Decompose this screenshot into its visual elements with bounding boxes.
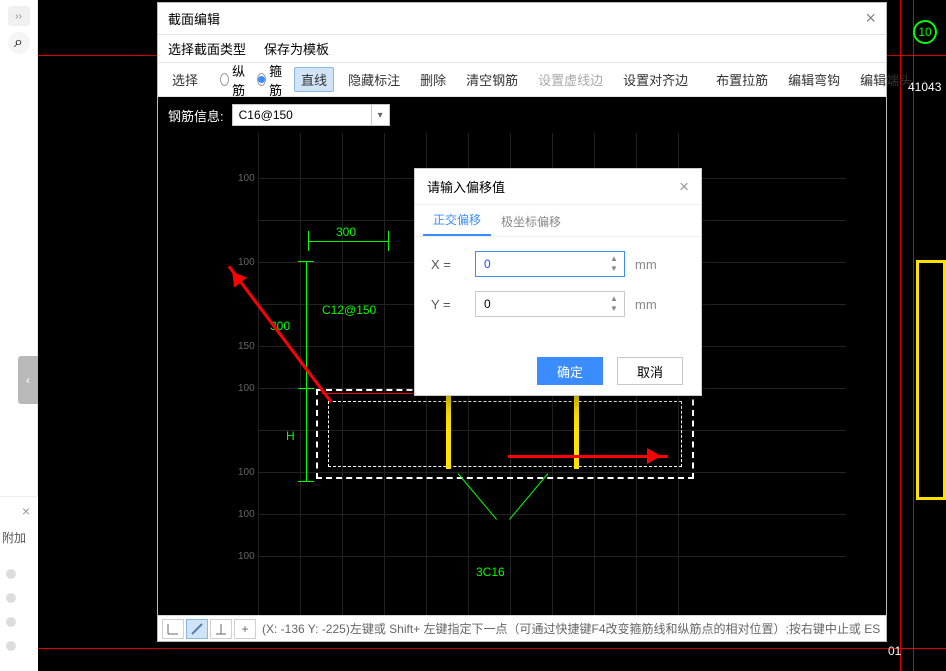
dialog-titlebar: 请输入偏移值 × (415, 169, 701, 205)
chevron-down-icon[interactable]: ▼ (607, 265, 621, 273)
radio-icon (257, 73, 266, 86)
tab-ortho[interactable]: 正交偏移 (423, 205, 491, 236)
x-unit: mm (635, 257, 661, 272)
tool-set-align[interactable]: 设置对齐边 (617, 68, 694, 91)
grid-tick: 100 (238, 383, 255, 394)
x-spinner: ▲ ▼ (475, 251, 625, 277)
offset-dialog: 请输入偏移值 × 正交偏移 极坐标偏移 X = ▲ ▼ mm Y = ▲ (414, 168, 702, 396)
tool-edit-bend[interactable]: 编辑弯钩 (782, 68, 846, 91)
grid-tick: 100 (238, 173, 255, 184)
status-coord-text: (X: -136 Y: -225)左键或 Shift+ 左键指定下一点（可通过快… (262, 620, 880, 637)
rebar-info-input[interactable] (232, 104, 372, 126)
y-unit: mm (635, 297, 661, 312)
status-tool-xy-icon[interactable] (162, 619, 184, 639)
status-tool-plus-icon[interactable]: + (234, 619, 256, 639)
tool-arrange-tie[interactable]: 布置拉筋 (710, 68, 774, 91)
status-tool-perp-icon[interactable] (210, 619, 232, 639)
dim-300-top: 300 (336, 225, 356, 239)
tool-hide-dim[interactable]: 隐藏标注 (342, 68, 406, 91)
ok-button[interactable]: 确定 (537, 357, 603, 385)
x-label: X = (431, 257, 465, 272)
tool-delete[interactable]: 删除 (414, 68, 452, 91)
rail-collapse-button[interactable]: ›› (8, 6, 30, 26)
menu-select-type[interactable]: 选择截面类型 (168, 39, 246, 58)
y-spinner: ▲ ▼ (475, 291, 625, 317)
chevron-down-icon[interactable]: ▼ (607, 305, 621, 313)
close-icon[interactable]: × (865, 8, 876, 29)
close-icon[interactable]: × (679, 177, 689, 197)
radio-longitudinal[interactable]: 纵筋 (220, 61, 249, 99)
row-x: X = ▲ ▼ mm (431, 251, 685, 277)
modal-toolbar: 选择 纵筋 箍筋 直线 隐藏标注 删除 清空钢筋 设置虚线边 设置对齐边 布置拉… (158, 63, 886, 97)
tool-edit-end[interactable]: 编辑端头 (854, 68, 918, 91)
grid-tick: 100 (238, 551, 255, 562)
y-stepper[interactable]: ▲ ▼ (607, 295, 621, 313)
left-rail: ›› ⌕ ‹ × 附加 (0, 0, 38, 671)
modal-title: 截面编辑 (168, 9, 220, 28)
x-stepper[interactable]: ▲ ▼ (607, 255, 621, 273)
grid-bubble: 10 (913, 20, 937, 44)
status-bar: + (X: -136 Y: -225)左键或 Shift+ 左键指定下一点（可通… (158, 615, 886, 641)
radio-label: 纵筋 (232, 61, 249, 99)
x-input[interactable] (475, 251, 625, 277)
panel-dot-icon (6, 641, 16, 651)
dim-h: H (286, 429, 295, 443)
radio-label: 箍筋 (269, 61, 286, 99)
menu-save-template[interactable]: 保存为模板 (264, 39, 329, 58)
y-label: Y = (431, 297, 465, 312)
plus-icon: + (241, 622, 248, 636)
chevron-up-icon[interactable]: ▲ (607, 295, 621, 303)
dropdown-icon[interactable]: ▾ (372, 104, 390, 126)
dialog-tabs: 正交偏移 极坐标偏移 (415, 205, 701, 237)
callout-3c16: 3C16 (476, 565, 505, 579)
status-tool-line-icon[interactable] (186, 619, 208, 639)
chevron-up-icon[interactable]: ▲ (607, 255, 621, 263)
bg-label-01: 01 (888, 644, 901, 658)
magnifier-icon: ⌕ (14, 34, 23, 52)
add-label: 附加 (2, 529, 26, 546)
radio-hoop[interactable]: 箍筋 (257, 61, 286, 99)
panel-dot-icon (6, 593, 16, 603)
dialog-buttons: 确定 取消 (415, 347, 701, 395)
lower-left-panel: × 附加 (0, 496, 38, 671)
callout-c12-150: C12@150 (322, 303, 376, 317)
rebar-info-label: 钢筋信息: (168, 106, 224, 125)
modal-titlebar: 截面编辑 × (158, 3, 886, 35)
tool-clear-bars[interactable]: 清空钢筋 (460, 68, 524, 91)
stirrup-bar (446, 389, 451, 469)
close-icon[interactable]: × (22, 503, 30, 519)
panel-dot-icon (6, 617, 16, 627)
grid-tick: 100 (238, 467, 255, 478)
radio-icon (220, 73, 229, 86)
grid-tick: 150 (238, 341, 255, 352)
tool-set-dashed[interactable]: 设置虚线边 (532, 68, 609, 91)
rebar-info-bar: 钢筋信息: ▾ (158, 97, 886, 133)
annotation-arrow-right (508, 455, 668, 458)
cancel-button[interactable]: 取消 (617, 357, 683, 385)
search-icon[interactable]: ⌕ (8, 32, 30, 54)
row-y: Y = ▲ ▼ mm (431, 291, 685, 317)
grid-tick: 100 (238, 509, 255, 520)
tool-select[interactable]: 选择 (166, 68, 204, 91)
grid-tick: 100 (238, 257, 255, 268)
dialog-title: 请输入偏移值 (427, 177, 505, 196)
tool-line[interactable]: 直线 (294, 67, 334, 92)
modal-menubar: 选择截面类型 保存为模板 (158, 35, 886, 63)
panel-dot-icon (6, 569, 16, 579)
tab-polar[interactable]: 极坐标偏移 (491, 207, 571, 236)
dialog-body: X = ▲ ▼ mm Y = ▲ ▼ mm (415, 237, 701, 347)
y-input[interactable] (475, 291, 625, 317)
rail-expand-handle[interactable]: ‹ (18, 356, 38, 404)
